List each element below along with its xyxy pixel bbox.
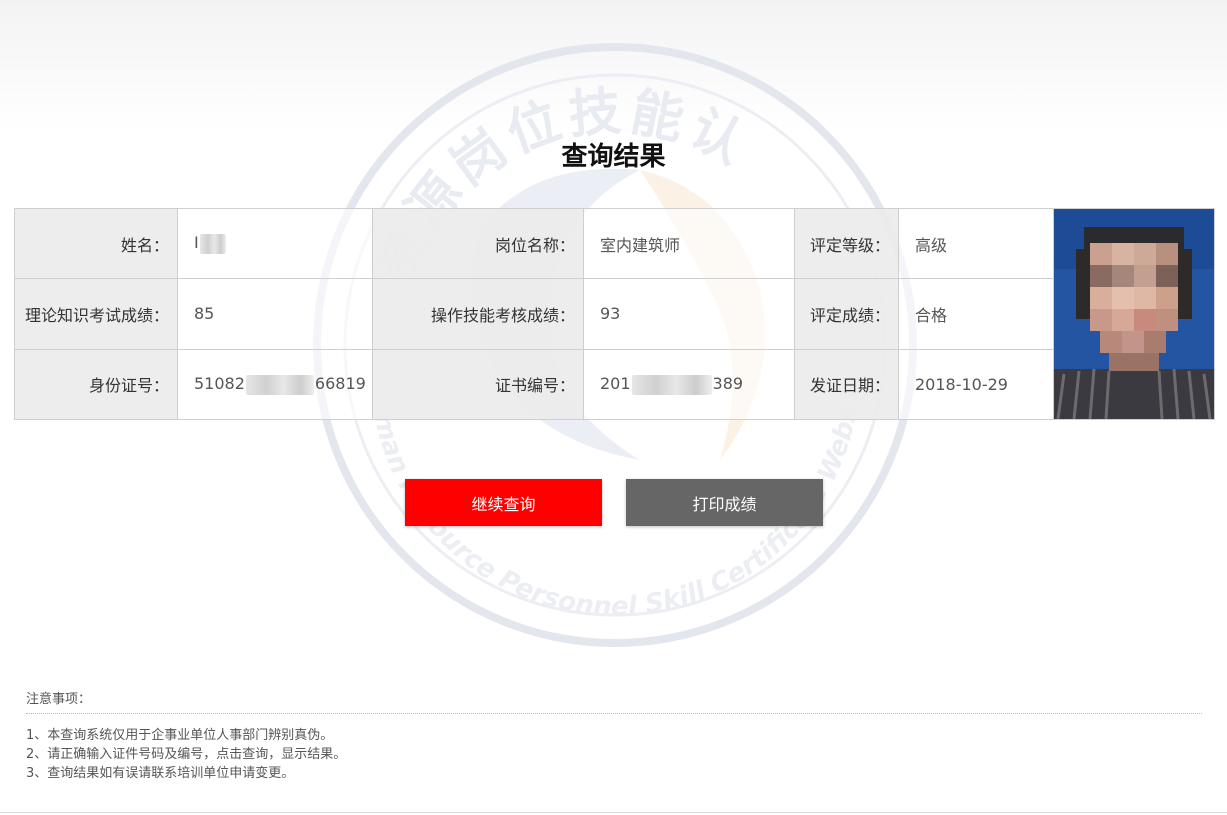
certificate-number-suffix: 389 [712, 374, 744, 394]
id-number-redaction [245, 374, 314, 395]
notes-title: 注意事项： [26, 688, 1202, 714]
name-value: I [177, 207, 373, 280]
table-row: 姓名： I 岗位名称： 室内建筑师 评定等级： 高级 [14, 207, 1215, 420]
notes-item: 1、本查询系统仅用于企事业单位人事部门辨别真伪。 [26, 728, 334, 743]
print-score-button[interactable]: 打印成绩 [626, 479, 823, 526]
id-number-prefix: 51082 [194, 374, 245, 394]
skill-score-label: 操作技能考核成绩： [372, 278, 584, 350]
grade-level-value: 高级 [898, 207, 1054, 280]
theory-score-label: 理论知识考试成绩： [14, 278, 178, 350]
assessment-result-label: 评定成绩： [794, 278, 899, 350]
position-name-label: 岗位名称： [372, 207, 584, 280]
certificate-number-prefix: 201 [600, 374, 631, 394]
certificate-number-value: 201 389 [583, 348, 795, 421]
theory-score-value: 85 [177, 278, 373, 350]
certificate-number-label: 证书编号： [372, 348, 584, 421]
id-number-suffix: 66819 [314, 374, 366, 394]
issue-date-value: 2018-10-29 [898, 348, 1054, 421]
table-row: 身份证号： 51082 66819 证书编号： 201 389 发证日期： 2018… [14, 348, 1215, 421]
name-redaction [199, 233, 226, 254]
photo-cell [1053, 208, 1215, 420]
page-title: 查询结果 [561, 142, 666, 172]
assessment-result-value: 合格 [898, 278, 1054, 350]
name-value-visible: I [194, 233, 199, 253]
position-name-value: 室内建筑师 [583, 207, 795, 280]
table-row: 理论知识考试成绩： 85 操作技能考核成绩： 93 评定成绩： 合格 [14, 278, 1215, 350]
certificate-number-redaction [631, 374, 712, 395]
result-table: 姓名： I 岗位名称： 室内建筑师 评定等级： 高级 理论知识考试成绩： 85 … [14, 207, 1215, 421]
id-number-value: 51082 66819 [177, 348, 373, 421]
notes-item: 3、查询结果如有误请联系培训单位申请变更。 [26, 766, 295, 781]
notes-section: 注意事项： 1、本查询系统仅用于企事业单位人事部门辨别真伪。 2、请正确输入证件… [26, 688, 1202, 783]
issue-date-label: 发证日期： [794, 348, 899, 421]
continue-query-button[interactable]: 继续查询 [405, 479, 602, 526]
notes-item: 2、请正确输入证件号码及编号，点击查询，显示结果。 [26, 747, 347, 762]
skill-score-value: 93 [583, 278, 795, 350]
grade-level-label: 评定等级： [794, 207, 899, 280]
id-number-label: 身份证号： [14, 348, 178, 421]
footer-divider [0, 812, 1227, 813]
person-photo [1054, 209, 1214, 419]
name-label: 姓名： [14, 207, 178, 280]
